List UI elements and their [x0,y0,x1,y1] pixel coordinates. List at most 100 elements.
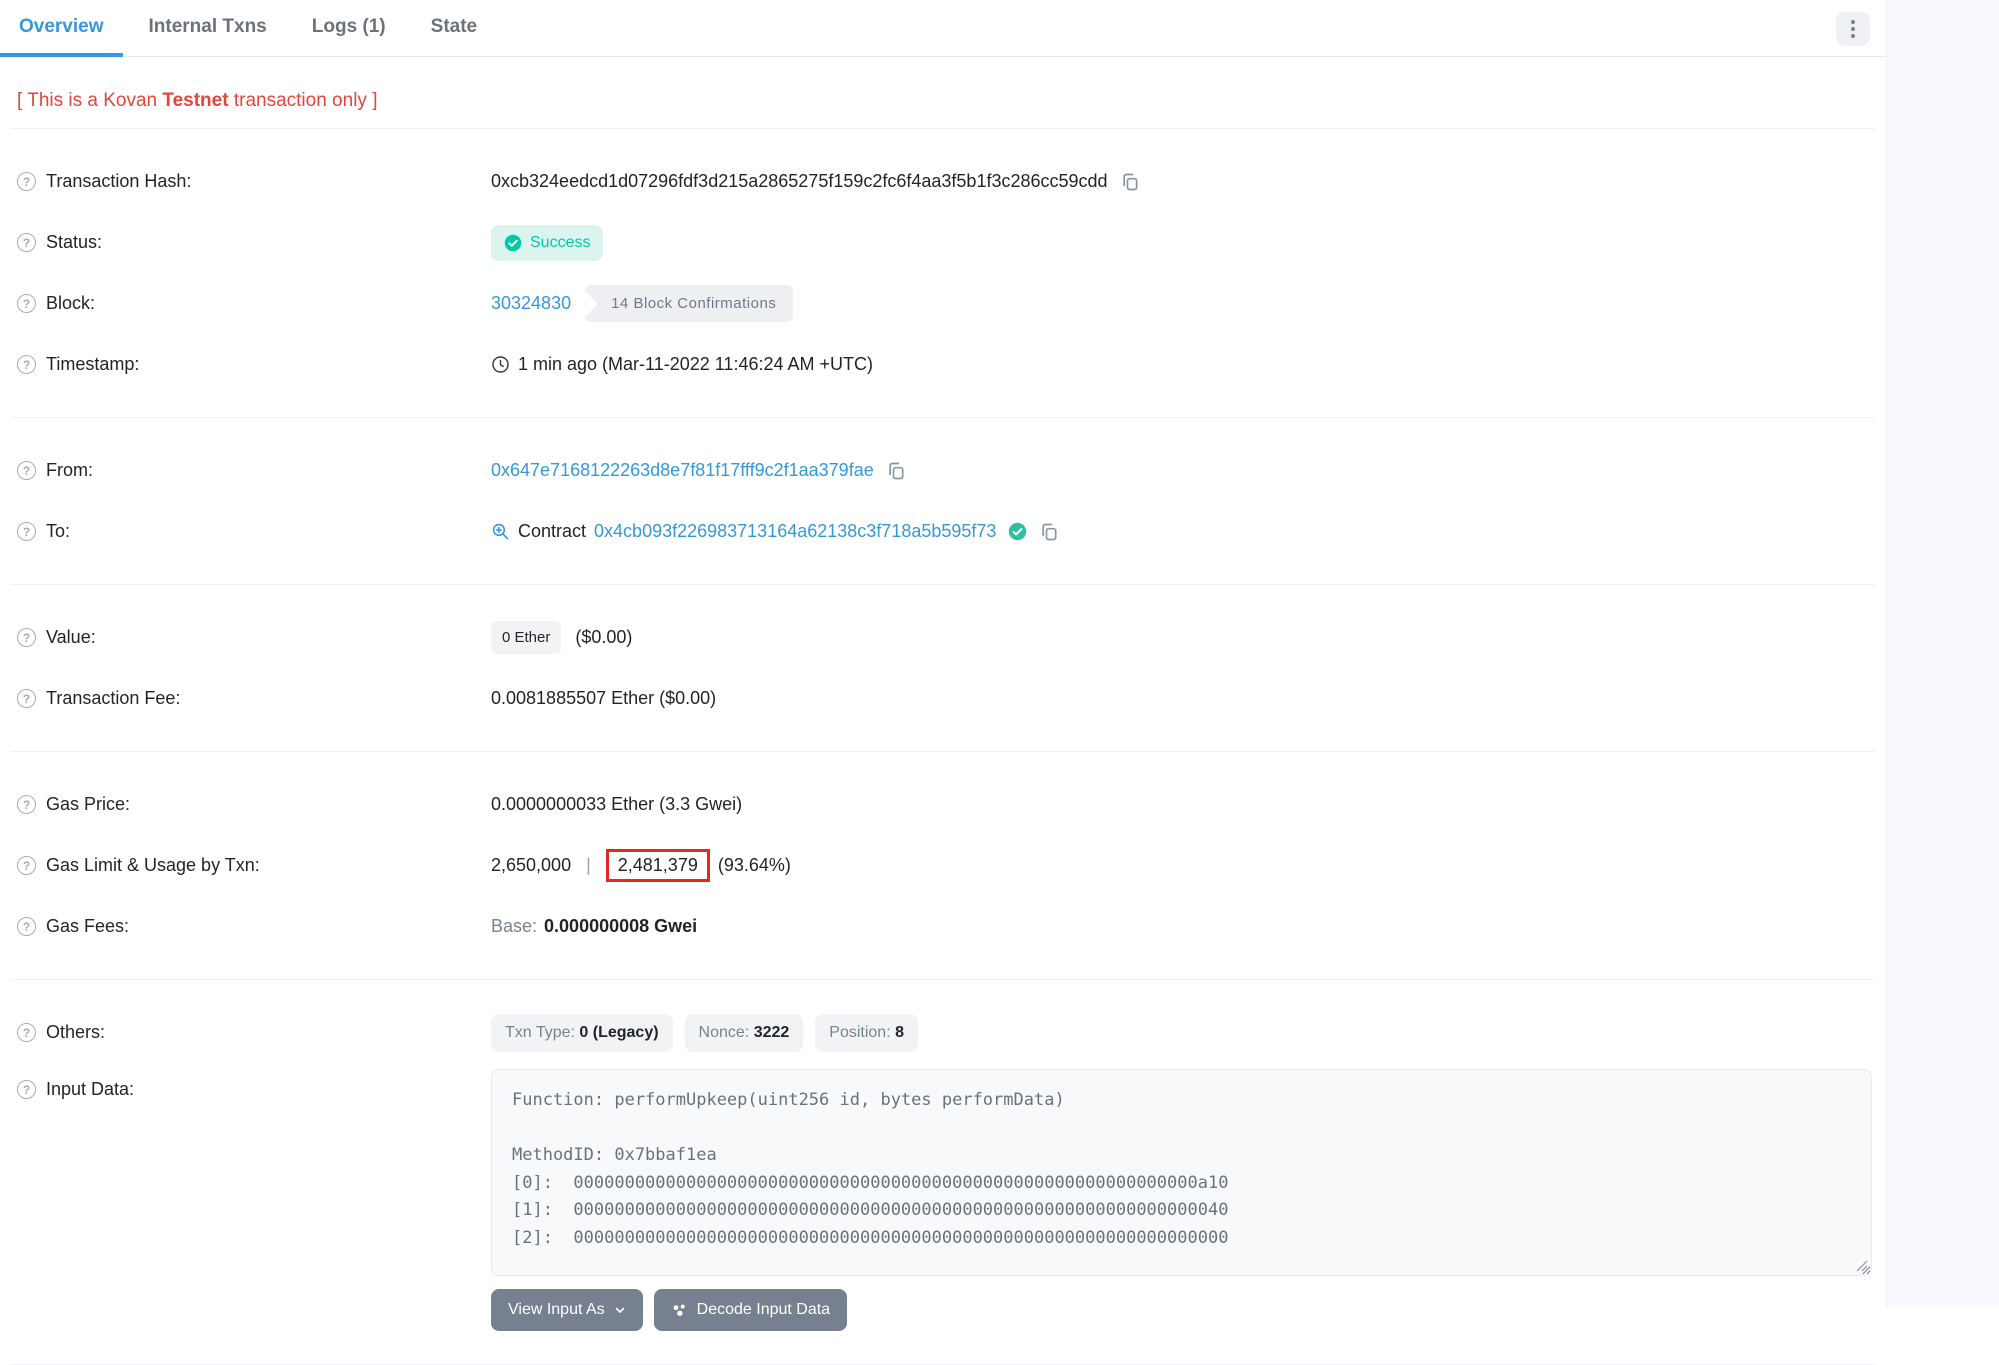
tab-overview[interactable]: Overview [0,0,123,57]
section-divider [11,979,1875,980]
txn-type-badge: Txn Type: 0 (Legacy) [491,1014,673,1052]
testnet-notice: [ This is a Kovan Testnet transaction on… [0,57,1886,112]
txn-type-value: 0 (Legacy) [579,1024,658,1041]
block-label: Block: [46,293,95,314]
from-label: From: [46,460,93,481]
to-row: ? To: Contract 0x4cb093f226983713164a621… [0,501,1886,562]
help-icon[interactable]: ? [17,355,36,374]
to-contract-type: Contract [518,521,586,542]
gas-fees-label: Gas Fees: [46,916,129,937]
from-row: ? From: 0x647e7168122263d8e7f81f17fff9c2… [0,440,1886,501]
copy-icon[interactable] [886,461,906,481]
gas-limit-label: Gas Limit & Usage by Txn: [46,855,260,876]
block-confirmations-badge: 14 Block Confirmations [585,285,793,322]
value-usd: ($0.00) [575,627,632,648]
to-label: To: [46,521,70,542]
timestamp-row: ? Timestamp: 1 min ago (Mar-11-2022 11:4… [0,334,1886,395]
help-icon[interactable]: ? [17,522,36,541]
gas-fees-base-label: Base: [491,916,537,937]
section-addresses: ? From: 0x647e7168122263d8e7f81f17fff9c2… [0,434,1886,568]
decode-icon [671,1302,688,1319]
transaction-fee-value: 0.0081885507 Ether ($0.00) [491,688,716,709]
help-icon[interactable]: ? [17,795,36,814]
decode-input-data-button[interactable]: Decode Input Data [654,1289,847,1331]
status-badge: Success [491,225,603,261]
timestamp-label: Timestamp: [46,354,139,375]
help-icon[interactable]: ? [17,233,36,252]
section-others: ? Others: Txn Type: 0 (Legacy) Nonce: 32… [0,996,1886,1337]
transaction-fee-row: ? Transaction Fee: 0.0081885507 Ether ($… [0,668,1886,729]
view-input-as-label: View Input As [508,1301,605,1319]
page-background-strip [1886,0,1999,1307]
tab-internal-txns[interactable]: Internal Txns [130,0,286,57]
help-icon[interactable]: ? [17,628,36,647]
position-badge: Position: 8 [815,1014,918,1052]
block-row: ? Block: 30324830 14 Block Confirmations [0,273,1886,334]
help-icon[interactable]: ? [17,689,36,708]
help-icon[interactable]: ? [17,294,36,313]
tab-state[interactable]: State [412,0,496,57]
decode-input-data-label: Decode Input Data [697,1301,830,1319]
check-circle-icon [504,234,522,252]
transaction-fee-label: Transaction Fee: [46,688,180,709]
nonce-badge: Nonce: 3222 [685,1014,804,1052]
testnet-notice-prefix: [ This is a Kovan [17,90,162,111]
section-divider [11,584,1875,585]
transaction-hash-label: Transaction Hash: [46,171,191,192]
position-name: Position: [829,1024,895,1041]
clock-icon [491,355,510,374]
section-divider [11,751,1875,752]
nonce-name: Nonce: [699,1024,754,1041]
chevron-down-icon [614,1304,626,1316]
section-divider [11,128,1875,129]
ether-value-badge: 0 Ether [491,621,561,654]
value-label: Value: [46,627,96,648]
help-icon[interactable]: ? [17,1080,36,1099]
help-icon[interactable]: ? [17,461,36,480]
kebab-menu-icon [1851,20,1855,24]
help-icon[interactable]: ? [17,917,36,936]
magnifier-plus-icon[interactable] [491,522,510,541]
input-data-textarea[interactable]: Function: performUpkeep(uint256 id, byte… [491,1069,1872,1276]
testnet-notice-bold: Testnet [162,90,228,111]
others-label: Others: [46,1022,105,1043]
section-gas: ? Gas Price: 0.0000000033 Ether (3.3 Gwe… [0,768,1886,963]
help-icon[interactable]: ? [17,1023,36,1042]
kebab-menu-icon [1851,34,1855,38]
block-number-link[interactable]: 30324830 [491,293,571,314]
input-data-row: ? Input Data: Function: performUpkeep(ui… [0,1069,1886,1331]
kebab-menu-icon [1851,27,1855,31]
copy-icon[interactable] [1039,522,1059,542]
nonce-value: 3222 [754,1024,790,1041]
tab-bar: Overview Internal Txns Logs (1) State [0,0,1886,57]
gas-used-value: 2,481,379 [618,855,698,875]
transaction-details-card: Overview Internal Txns Logs (1) State [ … [0,0,1886,1365]
verified-check-icon [1008,522,1027,541]
status-label: Status: [46,232,102,253]
status-badge-text: Success [530,234,590,252]
txn-type-name: Txn Type: [505,1024,579,1041]
gas-fees-base-value: 0.000000008 Gwei [544,916,697,937]
section-overview-top: ? Transaction Hash: 0xcb324eedcd1d07296f… [0,145,1886,401]
gas-fees-row: ? Gas Fees: Base: 0.000000008 Gwei [0,896,1886,957]
gas-limit-row: ? Gas Limit & Usage by Txn: 2,650,000 | … [0,835,1886,896]
timestamp-value: 1 min ago (Mar-11-2022 11:46:24 AM +UTC) [518,354,873,375]
to-address-link[interactable]: 0x4cb093f226983713164a62138c3f718a5b595f… [594,521,996,542]
transaction-hash-row: ? Transaction Hash: 0xcb324eedcd1d07296f… [0,151,1886,212]
gas-separator: | [586,855,591,876]
value-row: ? Value: 0 Ether ($0.00) [0,607,1886,668]
view-input-as-button[interactable]: View Input As [491,1289,643,1331]
help-icon[interactable]: ? [17,172,36,191]
help-icon[interactable]: ? [17,856,36,875]
copy-icon[interactable] [1120,172,1140,192]
tab-logs[interactable]: Logs (1) [293,0,405,57]
transaction-hash-label-group: ? Transaction Hash: [17,171,491,192]
more-options-button[interactable] [1836,12,1870,46]
position-value: 8 [895,1024,904,1041]
testnet-notice-suffix: transaction only ] [229,90,378,111]
section-value: ? Value: 0 Ether ($0.00) ? Transaction F… [0,601,1886,735]
from-address-link[interactable]: 0x647e7168122263d8e7f81f17fff9c2f1aa379f… [491,460,874,481]
gas-price-value: 0.0000000033 Ether (3.3 Gwei) [491,794,742,815]
gas-used-highlight-box: 2,481,379 [606,849,710,882]
status-row: ? Status: Success [0,212,1886,273]
